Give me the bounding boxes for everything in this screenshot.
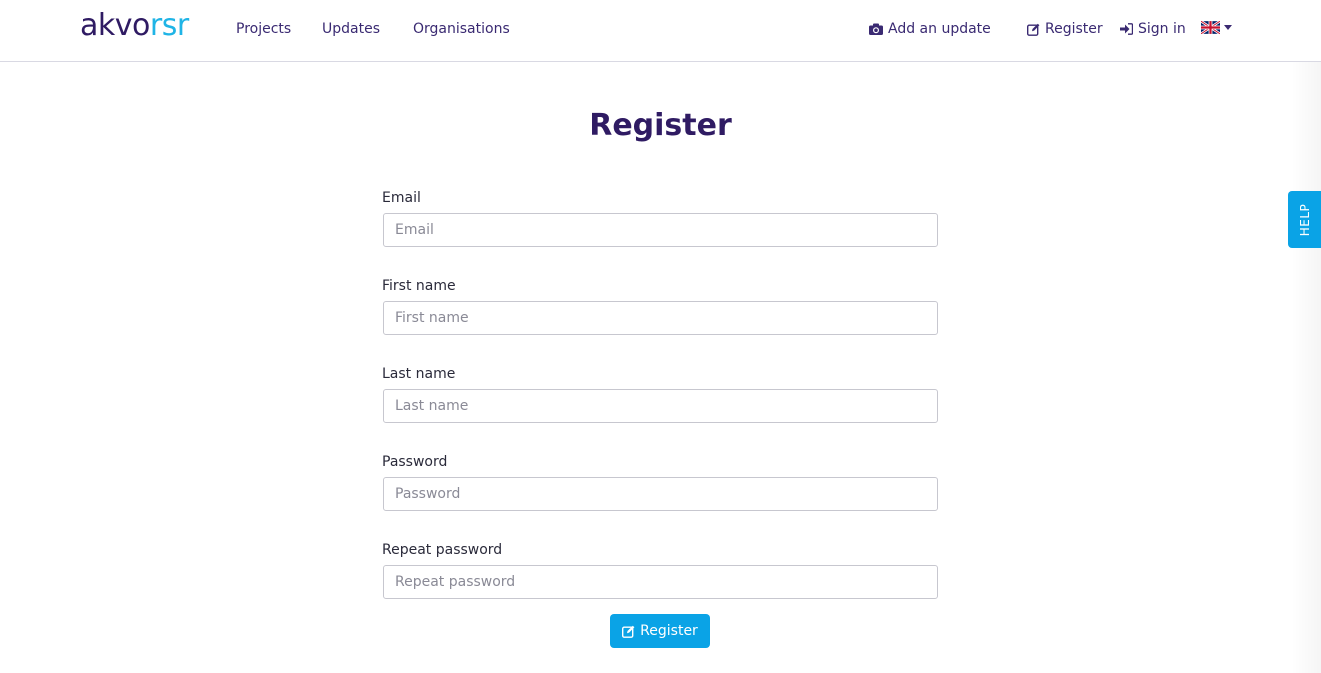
edit-icon <box>1027 23 1040 36</box>
first-name-label: First name <box>382 278 456 294</box>
logo-text-rsr: rsr <box>149 8 189 43</box>
add-update-label: Add an update <box>888 21 991 37</box>
last-name-label: Last name <box>382 366 456 382</box>
nav-projects[interactable]: Projects <box>236 19 291 39</box>
password-label: Password <box>382 454 448 470</box>
sign-in-link[interactable]: Sign in <box>1120 19 1186 39</box>
help-tab[interactable]: HELP <box>1288 191 1321 248</box>
register-submit-label: Register <box>640 623 698 639</box>
edge-shade <box>1291 0 1321 673</box>
page: akvorsr Projects Updates Organisations A… <box>0 0 1321 673</box>
edit-icon <box>622 625 635 638</box>
sign-in-label: Sign in <box>1138 21 1186 37</box>
akvo-rsr-logo[interactable]: akvorsr <box>80 8 189 44</box>
register-link[interactable]: Register <box>1027 19 1103 39</box>
register-submit-button[interactable]: Register <box>610 614 710 648</box>
password-field[interactable] <box>383 477 938 511</box>
email-label: Email <box>382 190 421 206</box>
uk-flag-icon <box>1201 21 1220 34</box>
logo-text-akvo: akvo <box>80 8 150 43</box>
repeat-password-label: Repeat password <box>382 542 503 558</box>
email-field[interactable] <box>383 213 938 247</box>
nav-organisations[interactable]: Organisations <box>413 19 510 39</box>
language-selector[interactable] <box>1201 21 1232 34</box>
camera-icon <box>869 23 883 35</box>
page-title: Register <box>589 108 732 143</box>
last-name-field[interactable] <box>383 389 938 423</box>
nav-updates[interactable]: Updates <box>322 19 380 39</box>
register-link-label: Register <box>1045 21 1103 37</box>
help-tab-label: HELP <box>1297 203 1312 236</box>
top-navbar: akvorsr Projects Updates Organisations A… <box>0 0 1321 62</box>
add-update-link[interactable]: Add an update <box>869 19 991 39</box>
first-name-field[interactable] <box>383 301 938 335</box>
sign-in-icon <box>1120 23 1133 35</box>
repeat-password-field[interactable] <box>383 565 938 599</box>
chevron-down-icon <box>1224 25 1232 30</box>
